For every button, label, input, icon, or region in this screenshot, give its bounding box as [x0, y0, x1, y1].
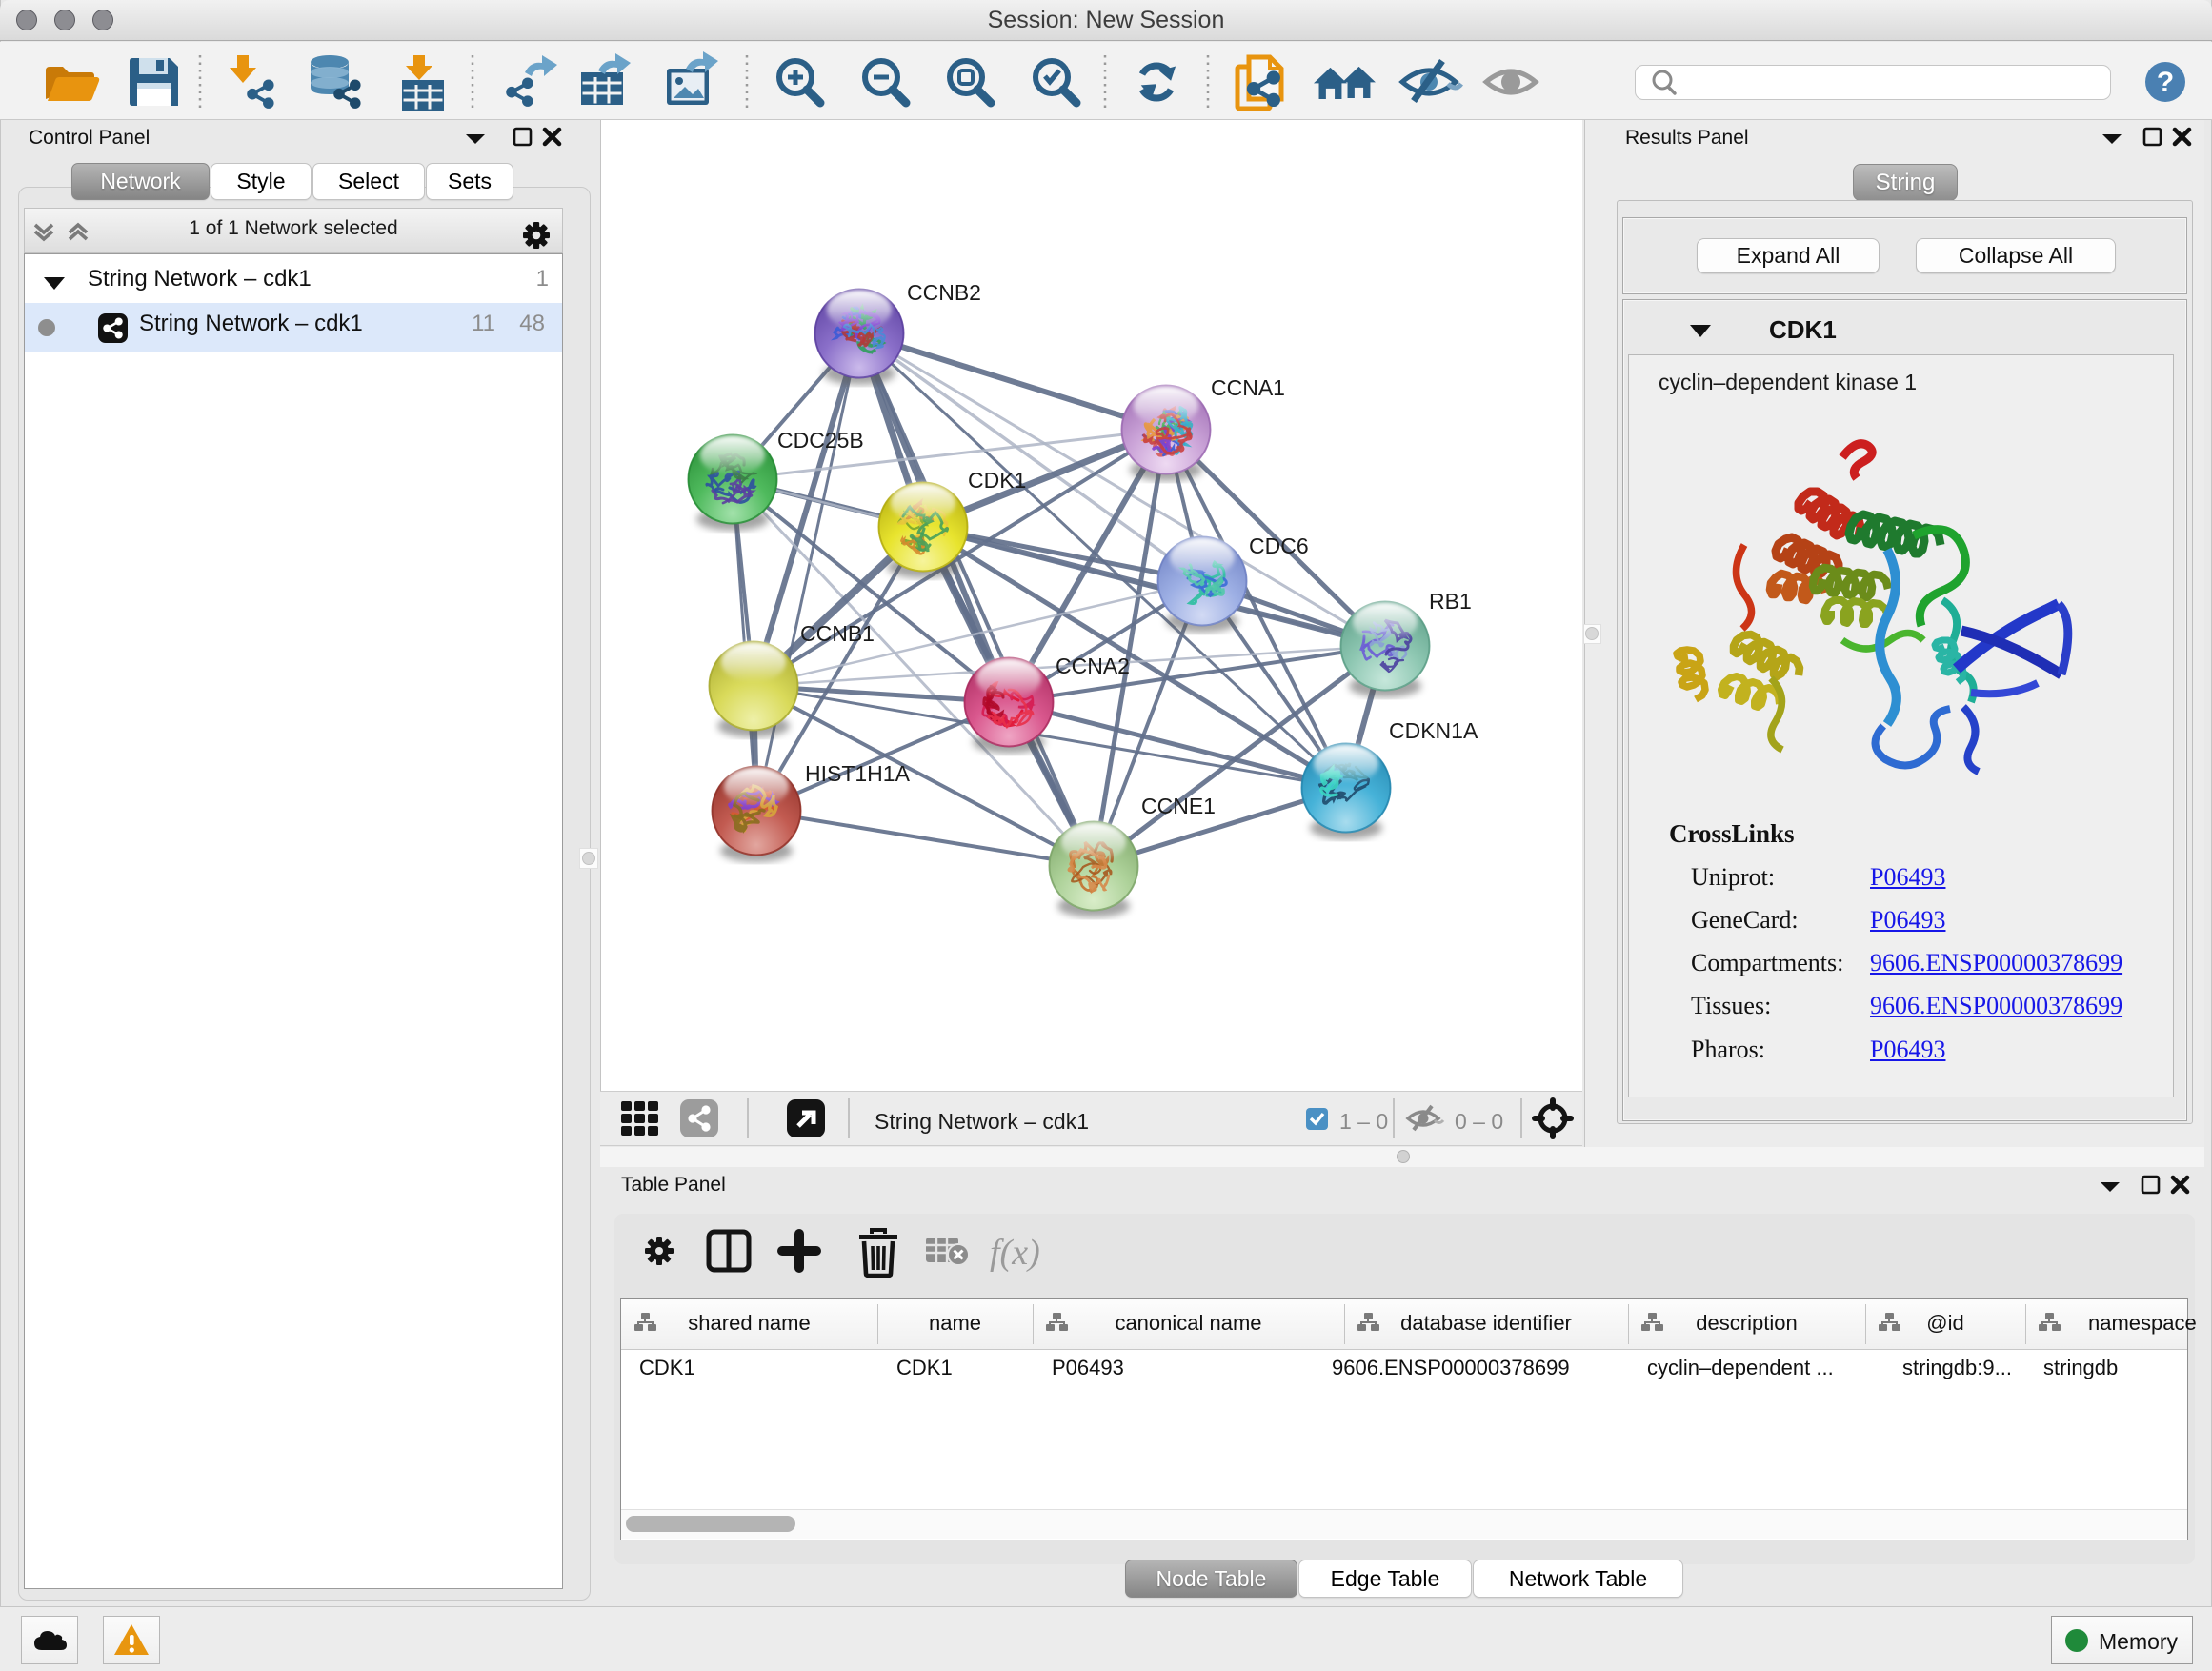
svg-text:CCNA2: CCNA2 [1056, 654, 1130, 678]
svg-text:String Network – cdk1: String Network – cdk1 [875, 1109, 1089, 1134]
svg-text:CCNB1: CCNB1 [800, 621, 875, 646]
svg-text:CDK1: CDK1 [968, 468, 1026, 493]
svg-text:0 – 0: 0 – 0 [1455, 1109, 1503, 1134]
svg-text:CCNA1: CCNA1 [1211, 375, 1285, 400]
svg-text:CCNE1: CCNE1 [1141, 794, 1216, 818]
svg-text:CDC6: CDC6 [1249, 534, 1309, 558]
svg-text:HIST1H1A: HIST1H1A [805, 761, 911, 786]
svg-text:CDC25B: CDC25B [777, 428, 864, 453]
svg-text:RB1: RB1 [1429, 589, 1472, 614]
svg-text:1 – 0: 1 – 0 [1339, 1109, 1388, 1134]
svg-text:f(x): f(x) [990, 1233, 1040, 1273]
svg-text:CDKN1A: CDKN1A [1389, 718, 1478, 743]
svg-text:CCNB2: CCNB2 [907, 280, 981, 305]
svg-text:?: ? [2157, 67, 2174, 98]
